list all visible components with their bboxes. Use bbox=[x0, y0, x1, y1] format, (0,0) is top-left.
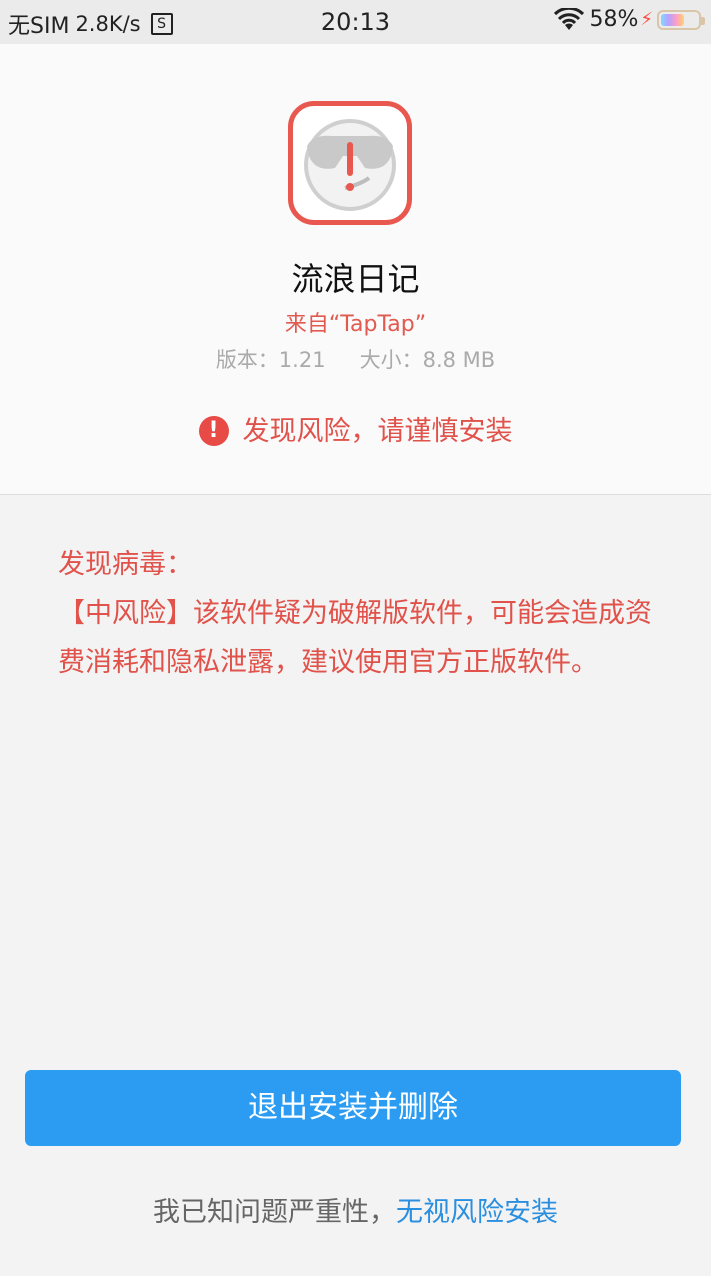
battery-icon bbox=[657, 9, 705, 30]
battery-percent: 58% bbox=[589, 7, 639, 32]
ignore-risk-row: 我已知问题严重性，无视风险安装 bbox=[0, 1190, 711, 1229]
app-size: 大小：8.8 MB bbox=[359, 348, 496, 372]
alert-icon: ! bbox=[198, 415, 229, 446]
status-right: 58% ⚡ bbox=[553, 7, 705, 32]
app-info-panel: 流浪日记 来自“TapTap” 版本：1.21 大小：8.8 MB ! 发现风险，请… bbox=[0, 44, 711, 495]
wifi-icon bbox=[554, 7, 585, 30]
battery-tip bbox=[701, 16, 705, 25]
app-source: 来自“TapTap” bbox=[284, 312, 427, 337]
exit-and-delete-button[interactable]: 退出安装并删除 bbox=[25, 1070, 681, 1146]
risk-summary-text: 发现风险，请谨慎安装 bbox=[242, 416, 513, 447]
warning-heading: 发现病毒： bbox=[58, 549, 193, 580]
app-icon bbox=[288, 101, 412, 225]
ignore-risk-install-link[interactable]: 无视风险安装 bbox=[396, 1197, 558, 1228]
flagged-app-face-icon bbox=[304, 119, 396, 211]
virus-warning: 发现病毒： 【中风险】该软件疑为破解版软件，可能会造成资费消耗和隐私泄露，建议使… bbox=[58, 540, 658, 687]
status-bar: 无SIM 2.8K/s S 20:13 58% ⚡ bbox=[0, 0, 711, 44]
warning-body: 【中风险】该软件疑为破解版软件，可能会造成资费消耗和隐私泄露，建议使用官方正版软… bbox=[58, 598, 652, 678]
risk-summary: ! 发现风险，请谨慎安装 bbox=[0, 409, 711, 448]
battery-level bbox=[661, 13, 685, 26]
ignore-prefix: 我已知问题严重性， bbox=[153, 1197, 396, 1228]
app-meta: 版本：1.21 大小：8.8 MB bbox=[0, 344, 711, 374]
app-name: 流浪日记 bbox=[291, 260, 420, 298]
charging-bolt-icon: ⚡ bbox=[640, 9, 653, 30]
app-version: 版本：1.21 bbox=[215, 348, 326, 372]
